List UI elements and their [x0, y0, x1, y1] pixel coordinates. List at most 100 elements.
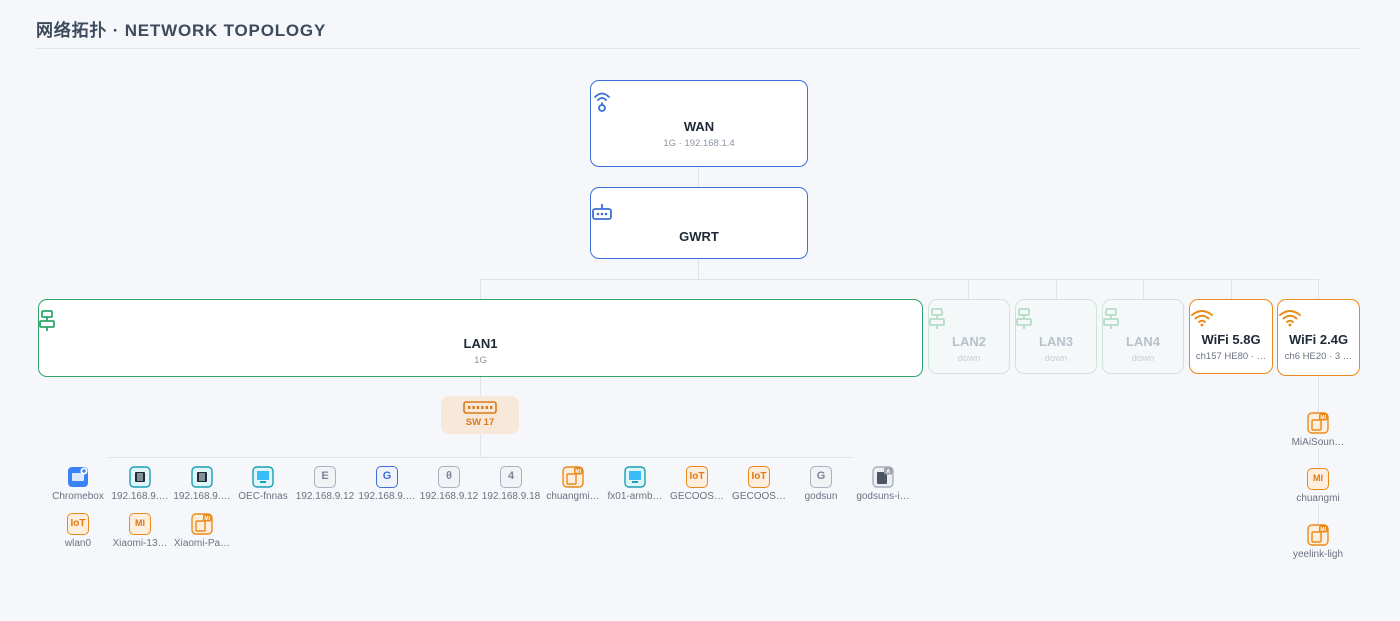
- port-lan1[interactable]: LAN1 1G: [38, 299, 923, 377]
- device-board-2[interactable]: 192.168.9.…: [171, 466, 233, 502]
- lan2-label: LAN2: [952, 334, 986, 349]
- connector-wan-router: [698, 166, 699, 187]
- device-label: 192.168.9.…: [358, 491, 416, 502]
- port-lan2[interactable]: LAN2 down: [928, 299, 1010, 374]
- device-label: GECOOS…: [670, 491, 724, 502]
- device-label: Xiaomi-13…: [112, 538, 168, 549]
- device-gecoos-2[interactable]: IoT GECOOS…: [728, 466, 790, 502]
- device-label: OEC-fnnas: [238, 491, 288, 502]
- monitor-icon: [252, 466, 274, 488]
- lan2-status: down: [957, 353, 981, 364]
- letter-icon: θ: [438, 466, 460, 488]
- lan3-status: down: [1044, 353, 1068, 364]
- device-miaisound[interactable]: MI MiAiSoun…: [1287, 412, 1349, 448]
- connector-lan1-switch: [480, 376, 481, 396]
- wan-node[interactable]: WAN 1G · 192.168.1.4: [590, 80, 808, 167]
- board-icon: [129, 466, 151, 488]
- device-label: MiAiSoun…: [1291, 437, 1345, 448]
- mi-device-icon: MI: [562, 466, 584, 488]
- letter-icon: G: [810, 466, 832, 488]
- connector-lan1: [480, 279, 481, 299]
- device-label: 192.168.9.…: [173, 491, 231, 502]
- switch-node[interactable]: SW 17: [441, 396, 519, 434]
- page-title: 网络拓扑 · NETWORK TOPOLOGY: [36, 21, 327, 40]
- connector-device-bus: [108, 457, 853, 458]
- wan-label: WAN: [683, 119, 715, 134]
- device-oec-fnnas[interactable]: OEC-fnnas: [232, 466, 294, 502]
- device-yeelink[interactable]: MI yeelink-ligh: [1287, 524, 1349, 560]
- port-wifi-5g[interactable]: WiFi 5.8G ch157 HE80 · …: [1189, 299, 1273, 374]
- device-label: chuangmi: [1296, 493, 1340, 504]
- device-label: GECOOS…: [732, 491, 786, 502]
- iot-icon: IoT: [67, 513, 89, 535]
- device-chromebox[interactable]: Chromebox: [47, 466, 109, 502]
- device-xiaomi-13[interactable]: MI Xiaomi-13…: [109, 513, 171, 549]
- wifi-icon: [1278, 308, 1359, 328]
- router-node[interactable]: GWRT: [590, 187, 808, 259]
- port-lan3[interactable]: LAN3 down: [1015, 299, 1097, 374]
- letter-icon: 4: [500, 466, 522, 488]
- letter-icon: G: [376, 466, 398, 488]
- svg-text:MI: MI: [1320, 527, 1326, 533]
- wifi-24g-label: WiFi 2.4G: [1288, 332, 1349, 347]
- device-label: wlan0: [64, 538, 92, 549]
- ethernet-port-icon: [1103, 308, 1183, 330]
- mi-icon: MI: [1307, 468, 1329, 490]
- svg-text:MI: MI: [204, 516, 210, 522]
- connector-lan4: [1143, 279, 1144, 299]
- device-label: 192.168.9.12: [419, 491, 479, 502]
- device-label: 192.168.9.18: [481, 491, 541, 502]
- device-fx01-armbian[interactable]: fx01-armb…: [604, 466, 666, 502]
- svg-text:MI: MI: [575, 469, 581, 475]
- connector-port-bus: [480, 279, 1319, 280]
- ethernet-port-icon: [1016, 308, 1096, 330]
- device-ip-theta[interactable]: θ 192.168.9.12: [418, 466, 480, 502]
- router-label: GWRT: [679, 229, 719, 244]
- title-divider: [36, 48, 1361, 49]
- iot-icon: IoT: [748, 466, 770, 488]
- device-label: godsun: [804, 491, 838, 502]
- device-chuangmi[interactable]: MI chuangmi…: [542, 466, 604, 502]
- lan1-label: LAN1: [463, 336, 498, 351]
- device-label: yeelink-ligh: [1292, 549, 1344, 560]
- device-godsun[interactable]: G godsun: [790, 466, 852, 502]
- device-label: fx01-armb…: [607, 491, 663, 502]
- switch-label: SW 17: [465, 417, 495, 428]
- antenna-icon: [591, 91, 807, 115]
- port-wifi-24g[interactable]: WiFi 2.4G ch6 HE20 · 3 …: [1277, 299, 1360, 376]
- mi-device-icon: MI: [1307, 412, 1329, 434]
- letter-icon: E: [314, 466, 336, 488]
- mi-device-icon: MI: [191, 513, 213, 535]
- device-label: 192.168.9.…: [111, 491, 169, 502]
- device-ip-4[interactable]: 4 192.168.9.18: [480, 466, 542, 502]
- mi-icon: MI: [129, 513, 151, 535]
- lan3-label: LAN3: [1039, 334, 1073, 349]
- wifi-icon: [1190, 308, 1272, 328]
- lan1-speed: 1G: [474, 355, 487, 366]
- device-label: godsuns-i…: [856, 491, 910, 502]
- device-board-1[interactable]: 192.168.9.…: [109, 466, 171, 502]
- switch-icon: [463, 401, 497, 414]
- board-icon: [191, 466, 213, 488]
- lan4-label: LAN4: [1126, 334, 1160, 349]
- device-xiaomi-pad[interactable]: MI Xiaomi-Pa…: [171, 513, 233, 549]
- device-godsuns-ipad[interactable]: A godsuns-i…: [852, 466, 914, 502]
- device-wlan0[interactable]: IoT wlan0: [47, 513, 109, 549]
- connector-lan2: [968, 279, 969, 299]
- device-ip-g[interactable]: G 192.168.9.…: [356, 466, 418, 502]
- router-icon: [591, 202, 807, 222]
- device-ip-e[interactable]: E 192.168.9.12: [294, 466, 356, 502]
- wifi-5g-details: ch157 HE80 · …: [1195, 351, 1267, 362]
- device-label: Chromebox: [52, 491, 104, 502]
- monitor-icon: [624, 466, 646, 488]
- tablet-icon: A: [872, 466, 894, 488]
- wifi-5g-label: WiFi 5.8G: [1201, 332, 1261, 347]
- wan-details: 1G · 192.168.1.4: [663, 138, 735, 149]
- wifi-24g-details: ch6 HE20 · 3 …: [1284, 351, 1353, 362]
- connector-lan3: [1056, 279, 1057, 299]
- port-lan4[interactable]: LAN4 down: [1102, 299, 1184, 374]
- device-gecoos-1[interactable]: IoT GECOOS…: [666, 466, 728, 502]
- lan4-status: down: [1131, 353, 1155, 364]
- device-chuangmi-wifi[interactable]: MI chuangmi: [1287, 468, 1349, 504]
- device-label: Xiaomi-Pa…: [173, 538, 231, 549]
